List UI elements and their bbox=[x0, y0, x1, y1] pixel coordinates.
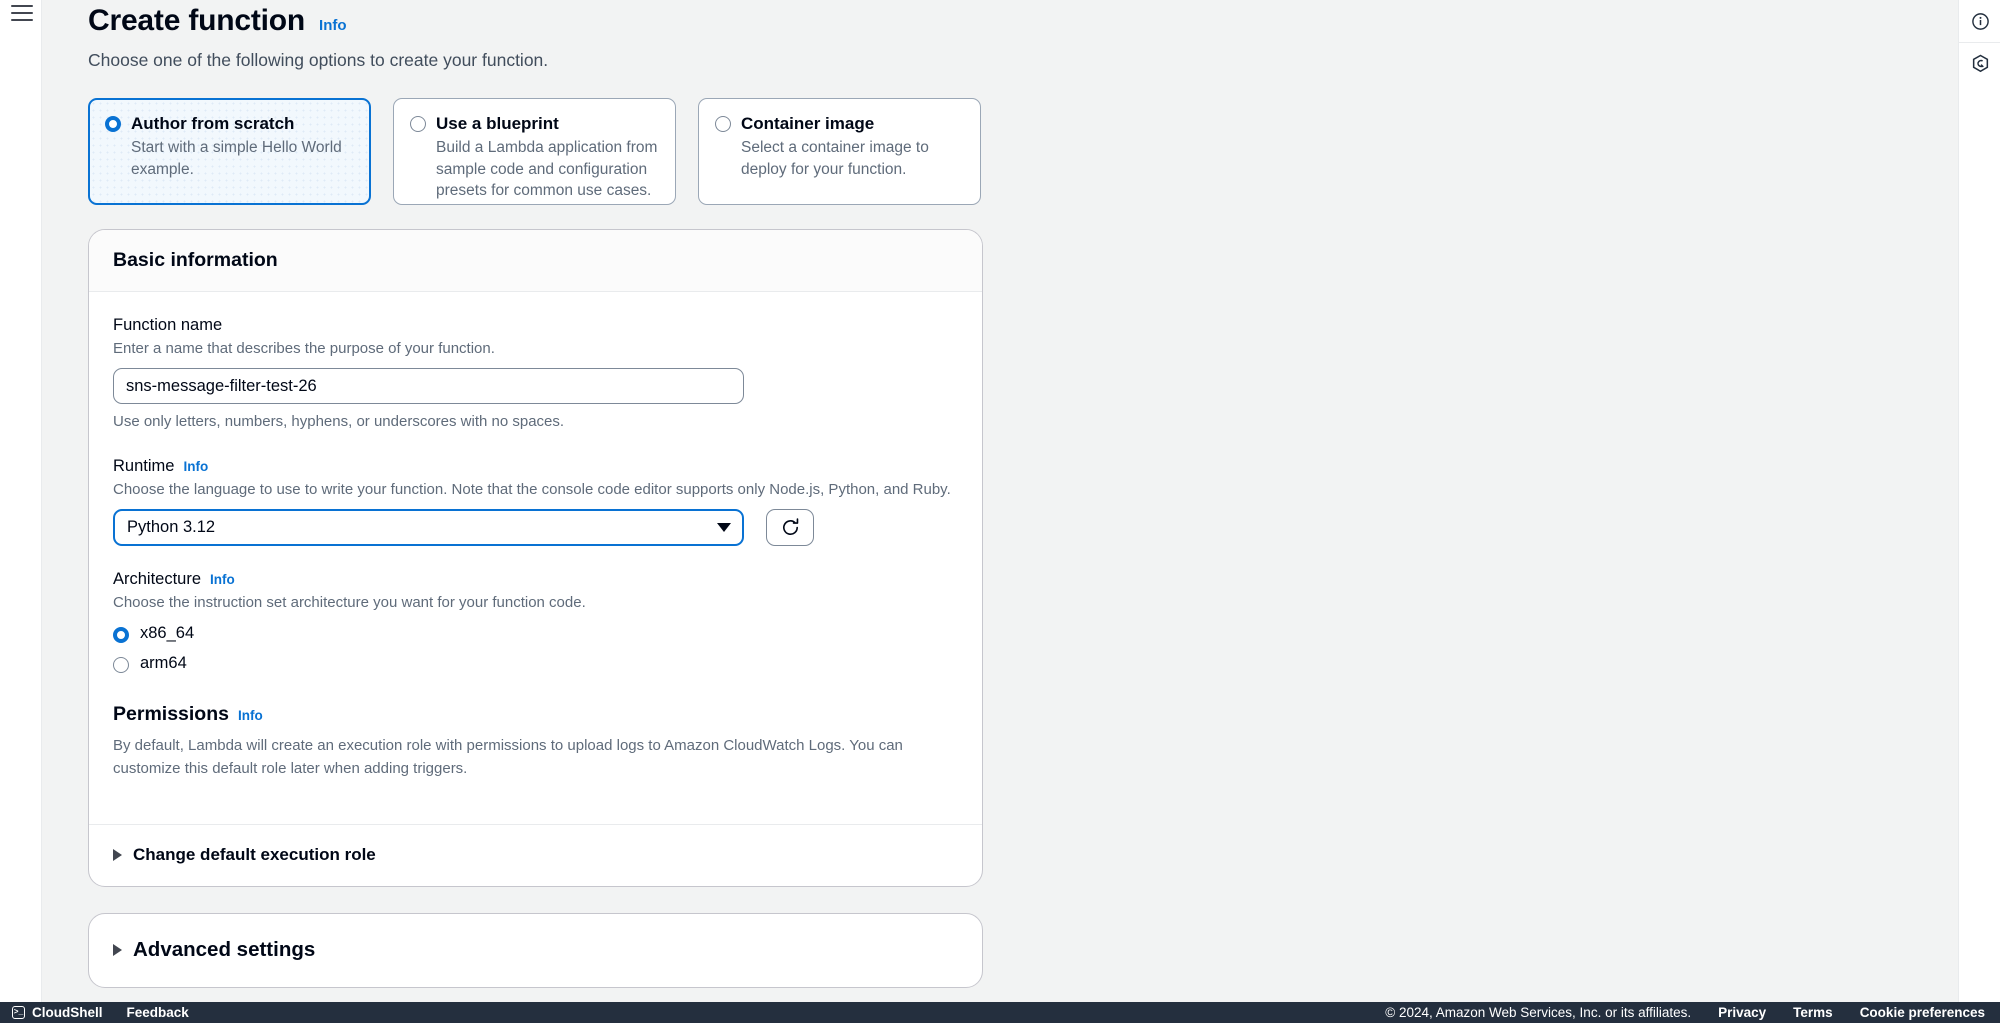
option-description: Start with a simple Hello World example. bbox=[131, 139, 342, 178]
info-circle-icon bbox=[1971, 12, 1989, 30]
runtime-label: Runtime bbox=[113, 456, 175, 475]
option-card-container-image[interactable]: Container image Select a container image… bbox=[698, 98, 981, 205]
security-panel-toggle[interactable] bbox=[1959, 42, 2000, 84]
cloudshell-label: CloudShell bbox=[32, 1005, 103, 1020]
page-subtitle: Choose one of the following options to c… bbox=[88, 50, 549, 70]
runtime-selected-value: Python 3.12 bbox=[127, 517, 216, 536]
radio-use-a-blueprint[interactable] bbox=[410, 115, 426, 132]
left-navigation-rail bbox=[0, 0, 42, 1002]
radio-container-image[interactable] bbox=[715, 115, 731, 132]
function-name-constraint: Use only letters, numbers, hyphens, or u… bbox=[113, 413, 565, 431]
permissions-group: Permissions Info By default, Lambda will… bbox=[113, 703, 958, 780]
function-name-description: Enter a name that describes the purpose … bbox=[113, 340, 495, 357]
function-name-label: Function name bbox=[113, 316, 223, 334]
change-default-execution-role-expander[interactable]: Change default execution role bbox=[89, 825, 982, 886]
permissions-info-link[interactable]: Info bbox=[238, 708, 263, 723]
chevron-right-icon bbox=[113, 849, 122, 862]
chevron-down-icon bbox=[717, 522, 731, 532]
right-tools-rail bbox=[1958, 0, 2000, 1002]
panel-header: Basic information bbox=[89, 230, 982, 292]
cloudshell-terminal-icon: >_ bbox=[12, 1006, 25, 1019]
architecture-option-x86-64[interactable]: x86_64 bbox=[113, 624, 958, 643]
cloudshell-button[interactable]: >_ CloudShell bbox=[12, 1005, 103, 1020]
option-card-author-from-scratch[interactable]: Author from scratch Start with a simple … bbox=[88, 98, 371, 205]
refresh-icon bbox=[782, 518, 798, 535]
feedback-link[interactable]: Feedback bbox=[127, 1005, 189, 1020]
option-card-use-a-blueprint[interactable]: Use a blueprint Build a Lambda applicati… bbox=[393, 98, 676, 205]
function-name-field-group: Function name Enter a name that describe… bbox=[113, 316, 958, 433]
chevron-right-icon bbox=[113, 944, 122, 957]
architecture-field-group: Architecture Info Choose the instruction… bbox=[113, 570, 958, 673]
bottom-bar-right: © 2024, Amazon Web Services, Inc. or its… bbox=[1385, 1005, 2000, 1020]
privacy-link[interactable]: Privacy bbox=[1718, 1005, 1766, 1020]
basic-information-panel: Basic information Function name Enter a … bbox=[88, 229, 983, 888]
panel-heading: Basic information bbox=[113, 249, 278, 271]
advanced-settings-panel: Advanced settings bbox=[88, 913, 983, 989]
runtime-description: Choose the language to use to write your… bbox=[113, 480, 951, 498]
shield-hexagon-icon bbox=[1972, 54, 1988, 73]
radio-arm64[interactable] bbox=[113, 656, 129, 673]
architecture-option-arm64[interactable]: arm64 bbox=[113, 654, 958, 673]
radio-x86-64[interactable] bbox=[113, 626, 129, 643]
expander-label: Change default execution role bbox=[133, 845, 376, 865]
info-panel-toggle[interactable] bbox=[1959, 0, 2000, 42]
runtime-info-link[interactable]: Info bbox=[183, 459, 208, 474]
copyright-text: © 2024, Amazon Web Services, Inc. or its… bbox=[1385, 1005, 1692, 1020]
option-description: Build a Lambda application from sample c… bbox=[436, 139, 658, 199]
architecture-info-link[interactable]: Info bbox=[210, 572, 235, 587]
main-content-area: Create function Info Choose one of the f… bbox=[43, 0, 1957, 1002]
architecture-label: Architecture bbox=[113, 569, 202, 588]
architecture-option-label: x86_64 bbox=[140, 624, 195, 643]
architecture-option-label: arm64 bbox=[140, 654, 187, 673]
advanced-settings-expander[interactable]: Advanced settings bbox=[89, 914, 982, 987]
hamburger-bar bbox=[11, 5, 33, 8]
runtime-select[interactable]: Python 3.12 bbox=[113, 508, 744, 546]
function-name-input[interactable] bbox=[113, 368, 744, 405]
cookie-preferences-link[interactable]: Cookie preferences bbox=[1860, 1005, 1985, 1020]
bottom-bar-left: >_ CloudShell Feedback bbox=[0, 1005, 189, 1020]
panel-body: Function name Enter a name that describe… bbox=[89, 292, 982, 802]
hamburger-bar bbox=[11, 18, 33, 22]
terms-link[interactable]: Terms bbox=[1793, 1005, 1833, 1020]
runtime-field-group: Runtime Info Choose the language to use … bbox=[113, 457, 958, 546]
page-info-link[interactable]: Info bbox=[319, 17, 347, 34]
runtime-refresh-button[interactable] bbox=[766, 508, 814, 546]
page-title: Create function bbox=[88, 4, 306, 37]
option-title: Author from scratch bbox=[131, 114, 295, 133]
creation-option-cards: Author from scratch Start with a simple … bbox=[88, 98, 1957, 205]
architecture-description: Choose the instruction set architecture … bbox=[113, 593, 586, 611]
option-title: Use a blueprint bbox=[436, 114, 559, 133]
page-header: Create function Info Choose one of the f… bbox=[88, 0, 1957, 71]
permissions-heading: Permissions bbox=[113, 703, 229, 726]
option-title: Container image bbox=[741, 114, 875, 133]
hamburger-bar bbox=[11, 11, 33, 15]
radio-author-from-scratch[interactable] bbox=[105, 115, 121, 132]
option-description: Select a container image to deploy for y… bbox=[741, 139, 929, 178]
expander-label: Advanced settings bbox=[133, 938, 316, 962]
bottom-status-bar: >_ CloudShell Feedback © 2024, Amazon We… bbox=[0, 1002, 2000, 1023]
hamburger-menu-icon[interactable] bbox=[11, 5, 33, 25]
permissions-description: By default, Lambda will create an execut… bbox=[113, 737, 903, 777]
